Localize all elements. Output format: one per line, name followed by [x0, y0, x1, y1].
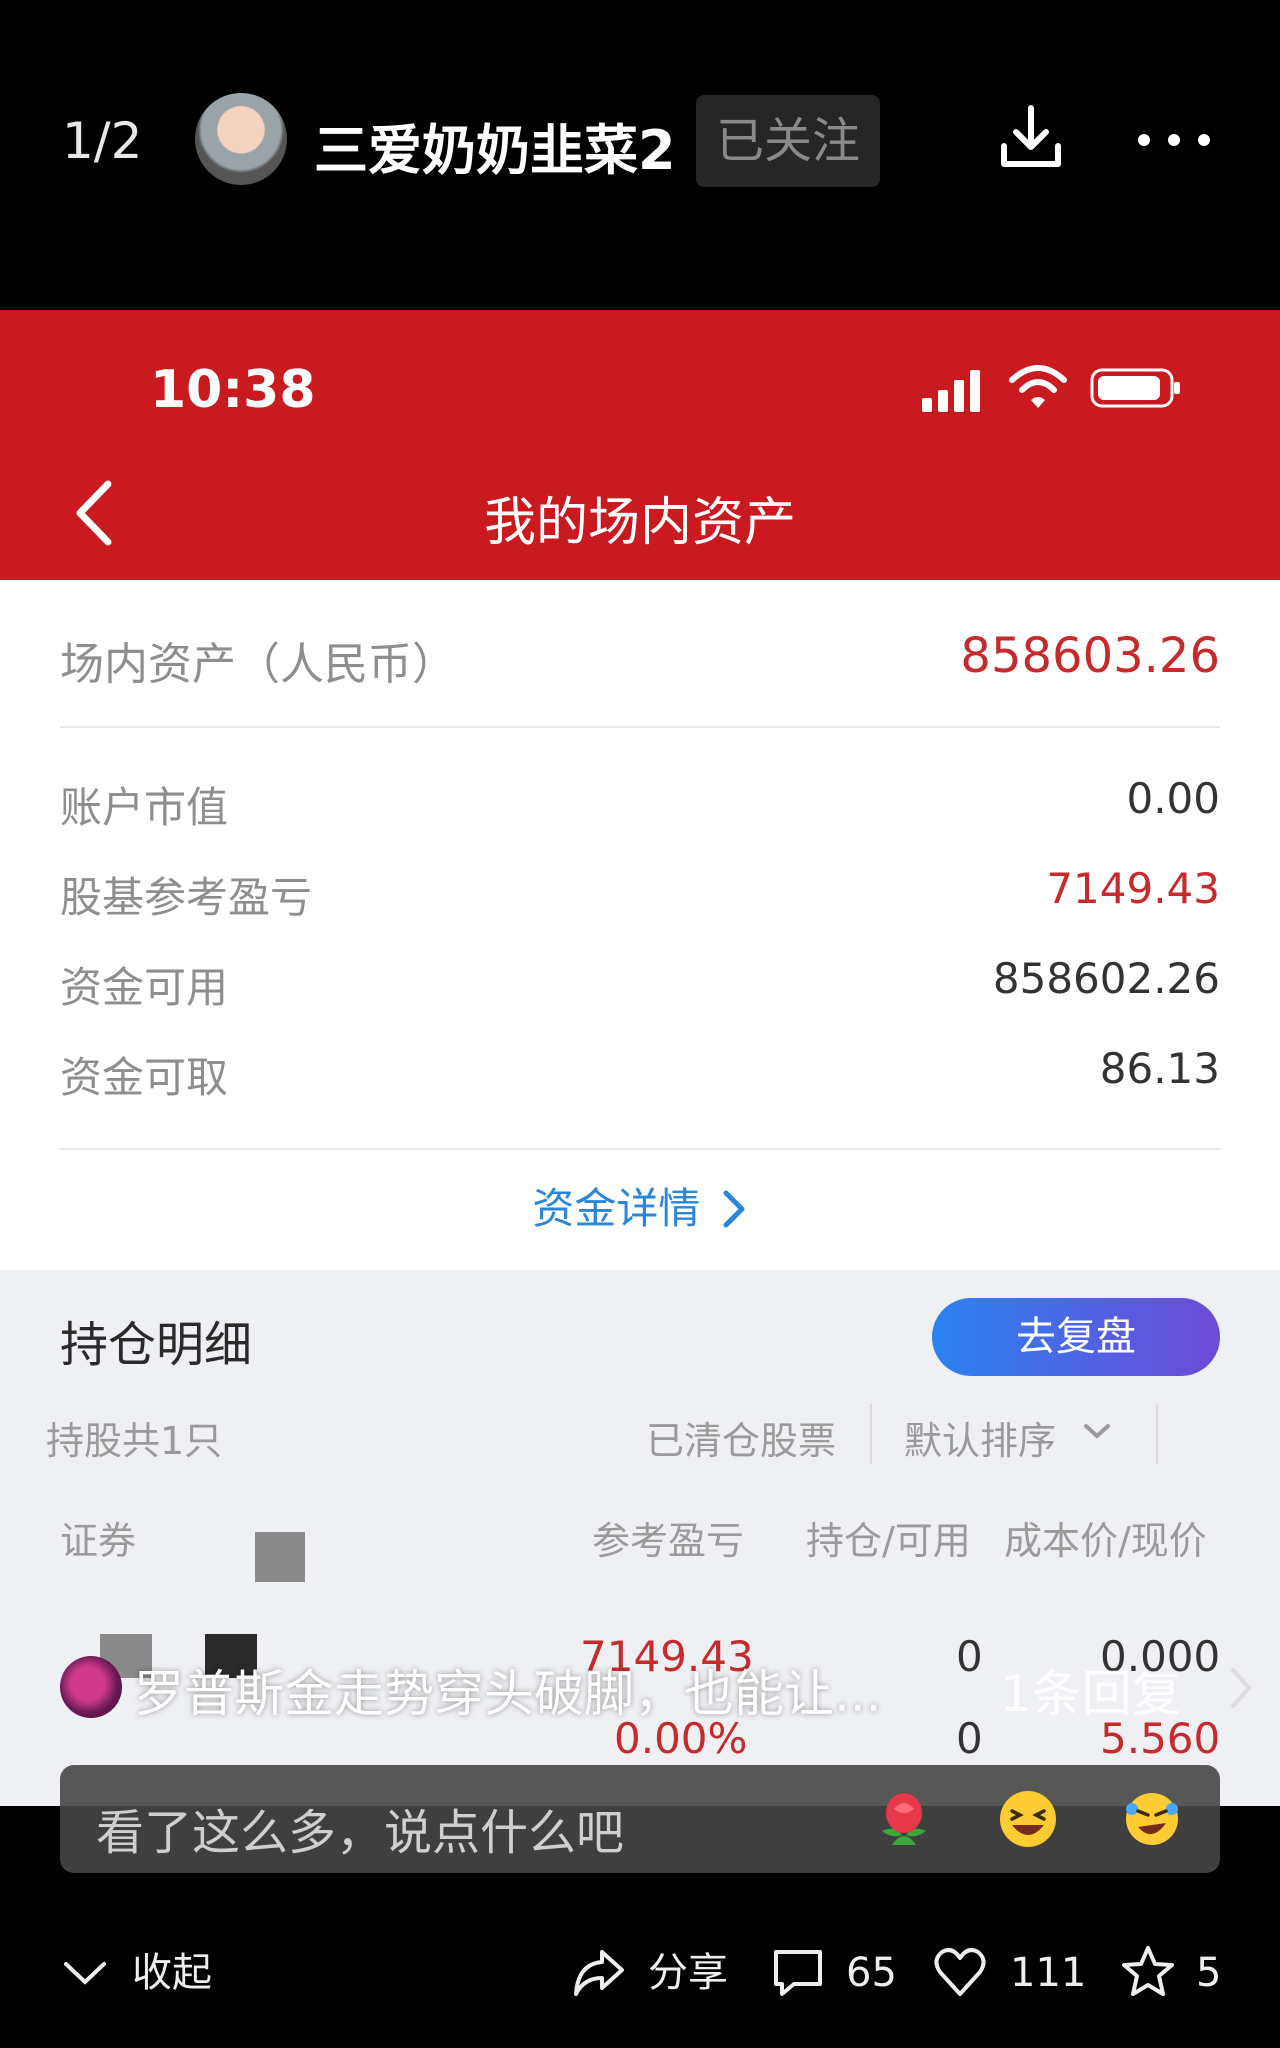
heart-icon[interactable] [932, 1944, 988, 2000]
laughing-emoji-icon[interactable] [996, 1787, 1060, 1851]
cleared-stocks-tab[interactable]: 已清仓股票 [646, 1410, 836, 1465]
battery-icon [1090, 368, 1180, 408]
chevron-right-icon [723, 1190, 745, 1228]
author-avatar[interactable] [195, 93, 287, 185]
chevron-down-icon [1084, 1424, 1110, 1439]
cell-signal-icon [922, 370, 980, 412]
available-funds-value: 858602.26 [992, 954, 1220, 1003]
comment-icon[interactable] [770, 1944, 826, 2000]
total-assets-label: 场内资产（人民币） [60, 639, 456, 690]
market-value: 0.00 [1126, 774, 1220, 823]
redacted-block [255, 1532, 305, 1582]
fund-details-link[interactable]: 资金详情 [0, 1175, 1280, 1236]
status-time: 10:38 [150, 360, 316, 420]
holdings-count: 持股共1只 [46, 1419, 223, 1463]
sort-label: 默认排序 [904, 1419, 1057, 1463]
share-icon[interactable] [570, 1944, 626, 2000]
comment-input-placeholder: 看了这么多，说点什么吧 [96, 1805, 625, 1861]
comment-preview[interactable]: 罗普斯金走势穿头破脚，也能让... 1条回复 [60, 1652, 1252, 1723]
commenter-avatar [60, 1656, 122, 1718]
comment-text: 罗普斯金走势穿头破脚，也能让... [134, 1665, 882, 1723]
col-position: 持仓/可用 [806, 1519, 971, 1563]
holdings-tabs: 持股共1只 已清仓股票 默认排序 [0, 1390, 1280, 1474]
app-header: 10:38 我的场内资产 [0, 310, 1280, 580]
col-price: 成本价/现价 [1004, 1519, 1207, 1563]
total-assets-value: 858603.26 [960, 628, 1220, 684]
viewer-top-bar: 1/2 三爱奶奶韭菜2 已关注 [0, 0, 1280, 310]
page-title: 我的场内资产 [483, 493, 796, 553]
withdrawable-funds-value: 86.13 [1099, 1044, 1220, 1093]
image-counter: 1/2 [62, 112, 143, 170]
chevron-down-icon[interactable] [62, 1958, 108, 1988]
holdings-title: 持仓明细 [60, 1317, 253, 1373]
withdrawable-funds-label: 资金可取 [60, 1053, 229, 1102]
author-name[interactable]: 三爱奶奶韭菜2 [314, 106, 676, 185]
divider [870, 1404, 872, 1464]
divider [60, 1148, 1220, 1150]
fund-details-label: 资金详情 [532, 1184, 701, 1233]
share-label[interactable]: 分享 [648, 1938, 728, 2008]
chevron-right-icon [1231, 1668, 1252, 1708]
col-security: 证券 [60, 1519, 137, 1563]
rose-emoji-icon[interactable] [872, 1787, 936, 1851]
rofl-emoji-icon[interactable] [1120, 1787, 1184, 1851]
like-count: 111 [1010, 1950, 1087, 1996]
comment-count: 65 [846, 1950, 897, 1996]
more-options-icon[interactable] [1134, 128, 1214, 152]
sort-dropdown[interactable]: 默认排序 [904, 1410, 1056, 1465]
collapse-button[interactable]: 收起 [132, 1938, 212, 2008]
follow-button[interactable]: 已关注 [696, 95, 880, 187]
star-icon[interactable] [1120, 1944, 1176, 2000]
bottom-action-bar: 收起 分享 65 111 5 [0, 1900, 1280, 2048]
reply-count[interactable]: 1条回复 [1000, 1654, 1182, 1726]
download-icon[interactable] [996, 102, 1066, 172]
favorite-count: 5 [1196, 1950, 1222, 1996]
pnl-value: 7149.43 [1046, 864, 1220, 913]
wifi-icon [1009, 365, 1067, 408]
divider [60, 726, 1220, 728]
shared-screenshot[interactable]: 10:38 我的场内资产 场内资产（人民币） 858603.26 账户市值 0.… [0, 310, 1280, 1806]
market-value-label: 账户市值 [60, 783, 229, 832]
pnl-label: 股基参考盈亏 [60, 873, 313, 922]
col-pnl: 参考盈亏 [592, 1519, 745, 1563]
divider [1156, 1404, 1158, 1464]
review-button[interactable]: 去复盘 [932, 1298, 1220, 1376]
available-funds-label: 资金可用 [60, 963, 229, 1012]
comment-input[interactable]: 看了这么多，说点什么吧 [60, 1765, 1220, 1873]
